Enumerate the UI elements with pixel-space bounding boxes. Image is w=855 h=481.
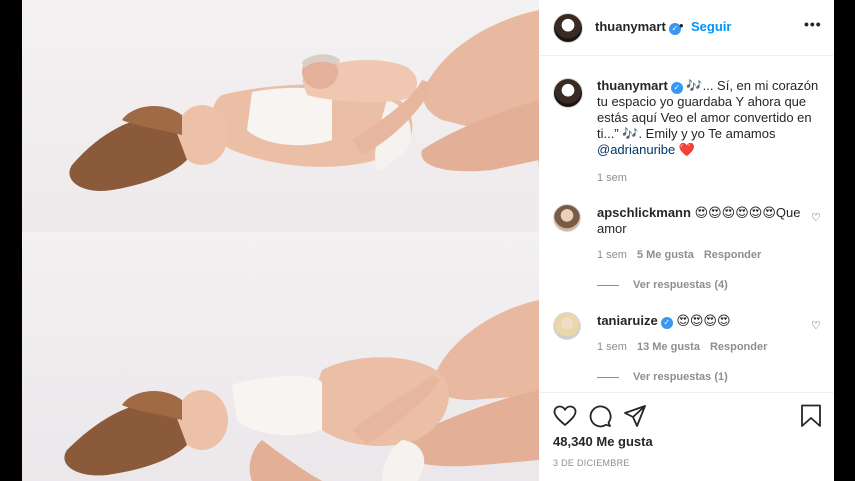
header-separator: • <box>679 18 684 33</box>
comment-like-heart-icon[interactable]: ♡ <box>811 211 821 224</box>
likes-count[interactable]: 48,340 Me gusta <box>553 434 653 449</box>
comment-time[interactable]: 1 sem <box>597 249 627 261</box>
caption-timestamp[interactable]: 1 sem <box>597 172 627 184</box>
comment-meta: 1 sem 13 Me gusta Responder <box>597 341 767 353</box>
comment-apschlickmann: apschlickmann 😍😍😍😍😍😍Que amor <box>597 205 807 237</box>
comment-likes[interactable]: 13 Me gusta <box>637 341 700 353</box>
comment-meta: 1 sem 5 Me gusta Responder <box>597 249 761 261</box>
replies-divider-line <box>597 376 619 378</box>
comment-avatar-taniaruize[interactable] <box>553 312 581 340</box>
caption-heart-emoji: ❤️ <box>678 142 696 157</box>
comment-taniaruize: taniaruize ✓ 😍😍😍😍 <box>597 313 807 329</box>
comment-username[interactable]: taniaruize <box>597 313 658 328</box>
verified-badge-icon: ✓ <box>660 317 673 329</box>
comment-username[interactable]: apschlickmann <box>597 205 691 220</box>
follow-button[interactable]: Seguir <box>691 19 731 34</box>
post-header: thuanymart ✓ • Seguir ••• <box>539 0 834 56</box>
author-avatar[interactable] <box>553 13 583 43</box>
post-caption: thuanymart ✓ 🎶... Sí, en mi corazón tu es… <box>597 78 827 158</box>
caption-avatar[interactable] <box>553 78 583 108</box>
comment-avatar-apschlickmann[interactable] <box>553 204 581 232</box>
post-photo[interactable] <box>22 0 539 481</box>
post-actions-bar: 48,340 Me gusta 3 DE DICIEMBRE <box>539 392 834 481</box>
comment-text: 😍😍😍😍 <box>676 313 731 328</box>
photo-illustration <box>64 10 539 481</box>
reply-button[interactable]: Responder <box>704 249 761 261</box>
author-username-text[interactable]: thuanymart <box>595 19 666 34</box>
reply-button[interactable]: Responder <box>710 341 767 353</box>
comment-time[interactable]: 1 sem <box>597 341 627 353</box>
view-replies-button[interactable]: Ver respuestas (1) <box>597 371 728 383</box>
like-heart-icon[interactable] <box>553 405 577 427</box>
share-icon[interactable] <box>623 404 647 428</box>
comment-like-heart-icon[interactable]: ♡ <box>811 319 821 332</box>
post-date[interactable]: 3 DE DICIEMBRE <box>553 458 630 468</box>
verified-badge-icon: ✓ <box>670 82 683 94</box>
post-side-panel: thuanymart ✓ • Seguir ••• thuanymart ✓ 🎶..… <box>539 0 834 481</box>
save-bookmark-icon[interactable] <box>800 404 822 428</box>
comment-likes[interactable]: 5 Me gusta <box>637 249 694 261</box>
comment-icon[interactable] <box>588 404 612 428</box>
view-replies-label[interactable]: Ver respuestas (1) <box>633 371 728 383</box>
more-options-icon[interactable]: ••• <box>804 16 822 32</box>
view-replies-label[interactable]: Ver respuestas (4) <box>633 279 728 291</box>
caption-mention-link[interactable]: @adrianuribe <box>597 142 675 157</box>
caption-username[interactable]: thuanymart <box>597 78 668 93</box>
replies-divider-line <box>597 284 619 286</box>
view-replies-button[interactable]: Ver respuestas (4) <box>597 279 728 291</box>
author-username[interactable]: thuanymart ✓ <box>595 19 681 35</box>
